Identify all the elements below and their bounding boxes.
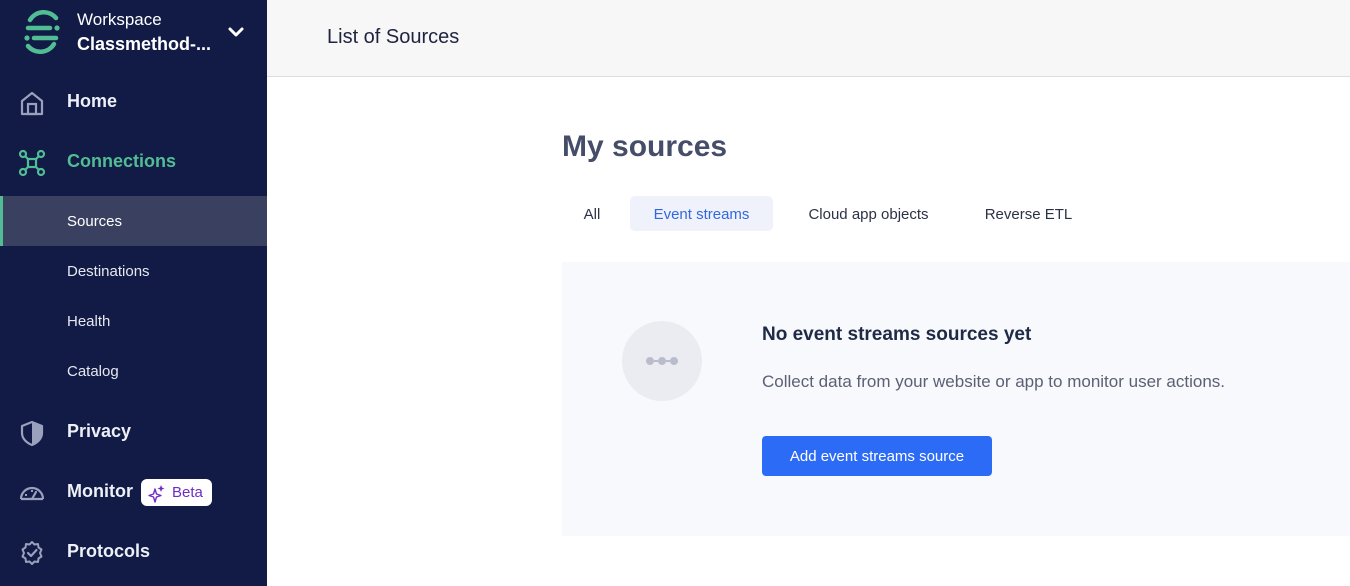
workspace-name: Classmethod-...: [77, 34, 212, 54]
beta-label: Beta: [172, 484, 203, 501]
beta-badge: Beta: [141, 479, 212, 506]
shield-icon: [20, 420, 44, 447]
sidebar-item-monitor[interactable]: Monitor Beta: [0, 467, 267, 517]
sidebar-item-label: Home: [67, 91, 118, 111]
add-event-streams-source-button[interactable]: Add event streams source: [762, 436, 992, 476]
sidebar-item-label: Catalog: [67, 363, 119, 380]
sidebar-item-label: Connections: [67, 151, 177, 171]
sidebar-item-sources[interactable]: Sources: [0, 196, 267, 246]
ellipsis-icon: [646, 357, 678, 365]
sidebar-item-label: Destinations: [67, 263, 150, 280]
sidebar-item-label: Monitor: [67, 481, 133, 501]
sidebar-item-label: Health: [67, 313, 111, 330]
sidebar-item-health[interactable]: Health: [0, 296, 267, 346]
sidebar: Workspace Classmethod-... Home Connectio…: [0, 0, 267, 586]
connections-icon: [18, 149, 46, 177]
workspace-switcher[interactable]: Workspace Classmethod-...: [0, 0, 267, 66]
empty-state-description: Collect data from your website or app to…: [762, 372, 1225, 391]
sidebar-item-privacy[interactable]: Privacy: [0, 407, 267, 457]
chevron-down-icon[interactable]: [226, 22, 246, 42]
sidebar-item-label: Protocols: [67, 541, 151, 561]
tab-event-streams[interactable]: Event streams: [630, 196, 773, 231]
tab-cloud-app-objects[interactable]: Cloud app objects: [792, 196, 945, 231]
workspace-label: Workspace: [77, 10, 162, 29]
sidebar-item-destinations[interactable]: Destinations: [0, 246, 267, 296]
empty-state-panel: No event streams sources yet Collect dat…: [562, 262, 1350, 536]
sidebar-item-protocols[interactable]: Protocols: [0, 527, 267, 577]
tab-all[interactable]: All: [572, 196, 612, 231]
sidebar-item-connections[interactable]: Connections: [0, 137, 267, 187]
segment-logo-icon: [24, 10, 60, 54]
empty-state-illustration: [622, 321, 702, 401]
sidebar-item-catalog[interactable]: Catalog: [0, 346, 267, 396]
section-heading: My sources: [562, 130, 728, 163]
sidebar-item-label: Sources: [67, 213, 123, 230]
empty-state-title: No event streams sources yet: [762, 324, 1032, 345]
sidebar-item-home[interactable]: Home: [0, 77, 267, 127]
tab-reverse-etl[interactable]: Reverse ETL: [970, 196, 1087, 231]
sparkle-icon: [148, 485, 165, 503]
sidebar-item-label: Privacy: [67, 421, 132, 441]
home-icon: [20, 91, 44, 116]
page-header: List of Sources: [267, 0, 1350, 77]
protocols-icon: [21, 541, 43, 565]
page-title: List of Sources: [327, 26, 460, 48]
gauge-icon: [19, 486, 45, 501]
